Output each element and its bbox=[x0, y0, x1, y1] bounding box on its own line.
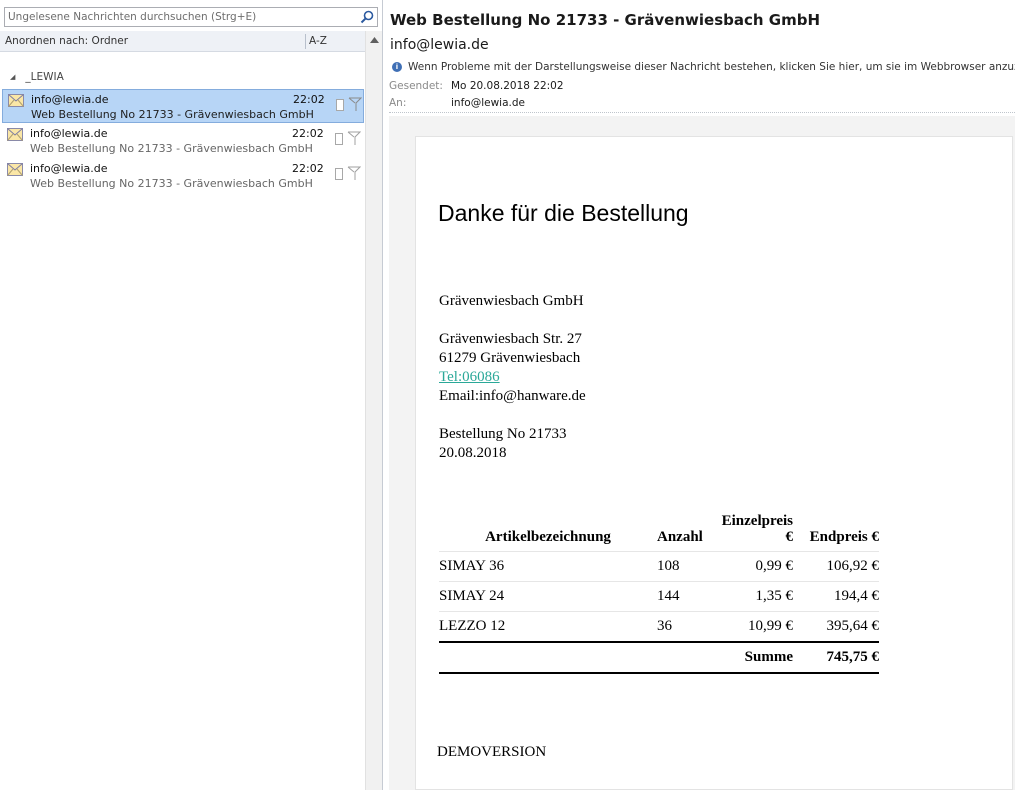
collapse-triangle-icon[interactable]: ◢ bbox=[10, 73, 15, 81]
arrange-separator bbox=[305, 34, 306, 49]
demo-version-label: DEMOVERSION bbox=[437, 744, 547, 760]
message-time: 22:02 bbox=[293, 93, 325, 106]
item-total: 194,4 € bbox=[793, 581, 879, 612]
table-row: SIMAY 36 108 0,99 € 106,92 € bbox=[439, 551, 879, 582]
message-subject: Web Bestellung No 21733 - Grävenwiesbach… bbox=[31, 108, 314, 121]
flag-icon[interactable] bbox=[347, 131, 361, 146]
item-total: 395,64 € bbox=[793, 611, 879, 642]
message-time: 22:02 bbox=[292, 127, 324, 140]
group-name: _LEWIA bbox=[25, 71, 64, 83]
company-email: Email:info@hanware.de bbox=[439, 388, 586, 404]
envelope-icon bbox=[7, 128, 23, 141]
sum-spacer bbox=[439, 640, 657, 674]
thanks-heading: Danke für die Bestellung bbox=[438, 200, 689, 226]
search-icon[interactable] bbox=[360, 10, 374, 24]
sent-value: Mo 20.08.2018 22:02 bbox=[451, 80, 564, 92]
order-number: Bestellung No 21733 bbox=[439, 426, 567, 442]
group-header[interactable]: ◢ _LEWIA bbox=[10, 71, 64, 83]
company-street: Grävenwiesbach Str. 27 bbox=[439, 331, 582, 347]
table-header-row: Artikelbezeichnung Anzahl Einzelpreis € … bbox=[439, 513, 879, 552]
message-list-pane: Anordnen nach: Ordner A-Z ◢ _LEWIA info@l… bbox=[0, 0, 383, 790]
company-name: Grävenwiesbach GmbH bbox=[439, 293, 584, 309]
col-header-qty: Anzahl bbox=[657, 529, 703, 545]
envelope-icon bbox=[8, 94, 24, 107]
item-unit-price: 0,99 € bbox=[713, 551, 793, 582]
mail-subject: Web Bestellung No 21733 - Grävenwiesbach… bbox=[390, 11, 821, 29]
item-qty: 108 bbox=[657, 551, 713, 582]
to-value[interactable]: info@lewia.de bbox=[451, 97, 525, 109]
sum-label: Summe bbox=[713, 640, 793, 674]
message-subject: Web Bestellung No 21733 - Grävenwiesbach… bbox=[30, 177, 313, 190]
company-city: 61279 Grävenwiesbach bbox=[439, 350, 581, 366]
message-item[interactable]: info@lewia.de 22:02 Web Bestellung No 21… bbox=[2, 159, 364, 193]
reading-pane: Web Bestellung No 21733 - Grävenwiesbach… bbox=[383, 0, 1015, 790]
message-sender: info@lewia.de bbox=[30, 162, 108, 175]
message-time: 22:02 bbox=[292, 162, 324, 175]
message-item[interactable]: info@lewia.de 22:02 Web Bestellung No 21… bbox=[2, 124, 364, 158]
item-unit-price: 10,99 € bbox=[713, 611, 793, 642]
sent-label: Gesendet: bbox=[389, 80, 443, 92]
item-qty: 144 bbox=[657, 581, 713, 612]
scroll-up-button[interactable] bbox=[366, 31, 382, 48]
message-subject: Web Bestellung No 21733 - Grävenwiesbach… bbox=[30, 142, 313, 155]
item-qty: 36 bbox=[657, 611, 713, 642]
message-list-scrollbar[interactable] bbox=[365, 31, 382, 790]
order-date: 20.08.2018 bbox=[439, 445, 507, 461]
flag-icon[interactable] bbox=[347, 166, 361, 181]
info-bar[interactable]: i Wenn Probleme mit der Darstellungsweis… bbox=[390, 60, 1015, 76]
category-box[interactable] bbox=[335, 133, 343, 145]
sum-value: 745,75 € bbox=[793, 640, 879, 674]
category-box[interactable] bbox=[335, 168, 343, 180]
search-input[interactable] bbox=[5, 8, 355, 26]
item-name: LEZZO 12 bbox=[439, 611, 657, 642]
table-sum-row: Summe 745,75 € bbox=[439, 640, 879, 674]
sort-order-button[interactable]: A-Z bbox=[309, 35, 327, 47]
table-row: LEZZO 12 36 10,99 € 395,64 € bbox=[439, 611, 879, 642]
to-label: An: bbox=[389, 97, 407, 109]
order-items-table: Artikelbezeichnung Anzahl Einzelpreis € … bbox=[439, 513, 879, 674]
category-box[interactable] bbox=[336, 99, 344, 111]
item-unit-price: 1,35 € bbox=[713, 581, 793, 612]
col-header-unit-price: Einzelpreis € bbox=[721, 513, 793, 545]
message-sender: info@lewia.de bbox=[31, 93, 109, 106]
item-name: SIMAY 36 bbox=[439, 551, 657, 582]
message-sender: info@lewia.de bbox=[30, 127, 108, 140]
item-name: SIMAY 24 bbox=[439, 581, 657, 612]
flag-icon[interactable] bbox=[348, 97, 362, 112]
envelope-icon bbox=[7, 163, 23, 176]
col-header-item: Artikelbezeichnung bbox=[485, 529, 611, 545]
info-bar-text[interactable]: Wenn Probleme mit der Darstellungsweise … bbox=[408, 61, 1015, 73]
phone-link[interactable]: Tel:06086 bbox=[439, 369, 500, 386]
item-total: 106,92 € bbox=[793, 551, 879, 582]
search-box[interactable] bbox=[4, 7, 378, 27]
sum-spacer bbox=[657, 640, 713, 674]
arrange-by-bar[interactable]: Anordnen nach: Ordner A-Z bbox=[0, 31, 365, 52]
col-header-total-price: Endpreis € bbox=[809, 529, 879, 545]
table-row: SIMAY 24 144 1,35 € 194,4 € bbox=[439, 581, 879, 612]
mail-body: Danke für die Bestellung Grävenwiesbach … bbox=[415, 136, 1013, 790]
chevron-up-icon bbox=[369, 36, 379, 43]
arrange-by-label[interactable]: Anordnen nach: Ordner bbox=[5, 35, 128, 47]
mail-sender[interactable]: info@lewia.de bbox=[390, 37, 489, 53]
message-item[interactable]: info@lewia.de 22:02 Web Bestellung No 21… bbox=[2, 89, 364, 123]
info-icon: i bbox=[392, 62, 402, 72]
header-divider bbox=[389, 112, 1015, 113]
